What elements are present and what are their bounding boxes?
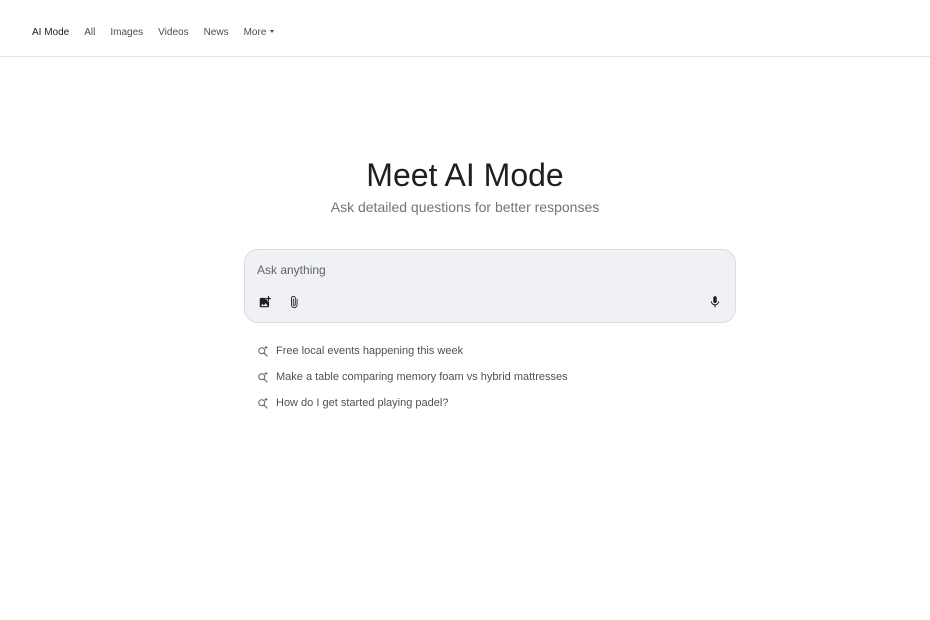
add-image-button[interactable] bbox=[256, 293, 274, 311]
search-sparkle-icon bbox=[257, 371, 269, 383]
suggestion-list: Free local events happening this week Ma… bbox=[257, 341, 568, 419]
tab-more[interactable]: More bbox=[244, 27, 275, 38]
tab-news[interactable]: News bbox=[204, 27, 229, 38]
suggestion-text: Make a table comparing memory foam vs hy… bbox=[276, 371, 568, 383]
search-mode-tabs: AI Mode All Images Videos News More bbox=[32, 27, 289, 38]
add-image-icon bbox=[258, 295, 272, 309]
dropdown-arrow-icon bbox=[270, 29, 275, 33]
microphone-icon bbox=[708, 295, 722, 309]
attach-file-button[interactable] bbox=[285, 293, 303, 311]
suggestion-text: How do I get started playing padel? bbox=[276, 397, 449, 409]
tab-images[interactable]: Images bbox=[110, 27, 143, 38]
search-input[interactable] bbox=[257, 260, 657, 280]
suggestion-text: Free local events happening this week bbox=[276, 345, 464, 357]
top-navigation: AI Mode All Images Videos News More bbox=[0, 0, 930, 57]
tab-ai-mode[interactable]: AI Mode bbox=[32, 27, 69, 38]
tab-more-label: More bbox=[243, 27, 267, 38]
search-sparkle-icon bbox=[257, 345, 269, 357]
paperclip-icon bbox=[287, 295, 301, 309]
suggestion-item[interactable]: How do I get started playing padel? bbox=[257, 393, 568, 413]
suggestion-item[interactable]: Make a table comparing memory foam vs hy… bbox=[257, 367, 568, 387]
suggestion-item[interactable]: Free local events happening this week bbox=[257, 341, 568, 361]
search-sparkle-icon bbox=[257, 397, 269, 409]
search-box bbox=[244, 249, 736, 323]
page-subtitle: Ask detailed questions for better respon… bbox=[330, 199, 600, 215]
voice-search-button[interactable] bbox=[706, 293, 724, 311]
page-title: Meet AI Mode bbox=[366, 157, 564, 193]
tab-videos[interactable]: Videos bbox=[158, 27, 188, 38]
tab-all[interactable]: All bbox=[84, 27, 95, 38]
